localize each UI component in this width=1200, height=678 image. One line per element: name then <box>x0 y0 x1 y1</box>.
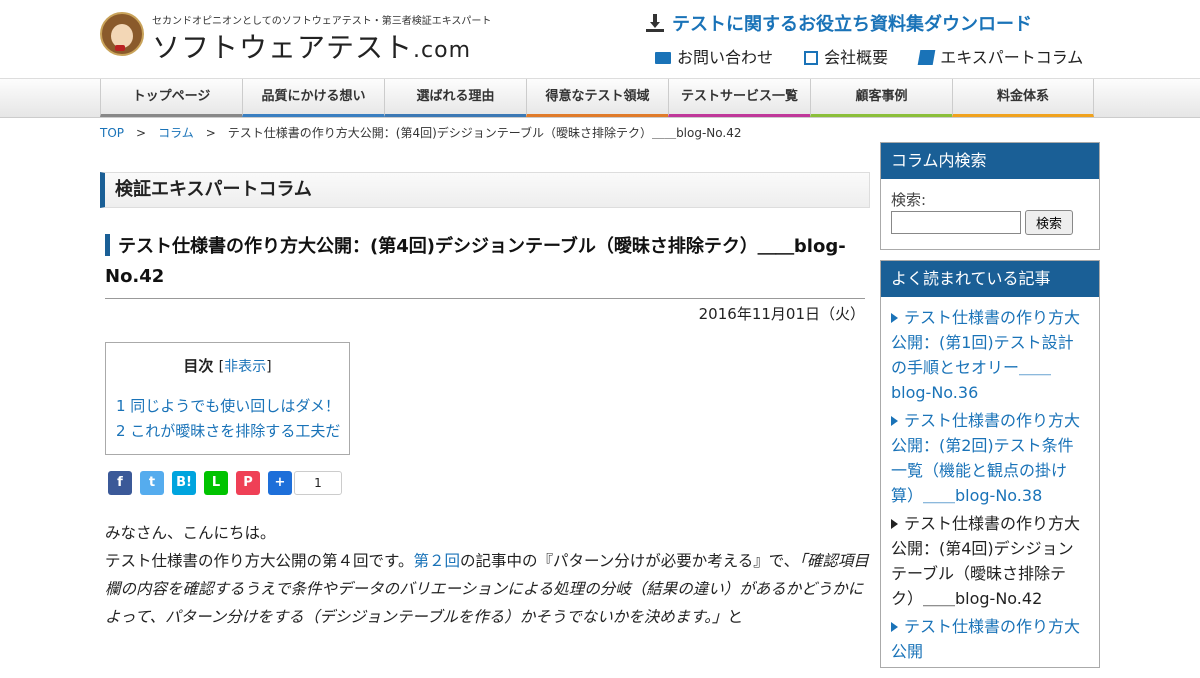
share-buttons: f t B! L P +1 <box>108 471 870 495</box>
site-header: セカンドオピニオンとしてのソフトウェアテスト・第三者検証エキスパート ソフトウェ… <box>0 0 1200 78</box>
title-accent-bar <box>105 234 110 256</box>
table-of-contents: 目次 [非表示] 1 同じようでも使い回しはダメ！ 2 これが曖昧さを排除する工… <box>105 342 350 455</box>
paragraph: テスト仕様書の作り方大公開の第４回です。第２回の記事中の『パターン分けが必要か考… <box>105 547 870 631</box>
popular-item-current: テスト仕様書の作り方大公開：(第4回)デシジョンテーブル（曖昧さ排除テク）＿＿b… <box>891 511 1089 611</box>
part2-link[interactable]: 第２回 <box>413 552 460 570</box>
popular-item-label: テスト仕様書の作り方大公開：(第4回)デシジョンテーブル（曖昧さ排除テク）＿＿b… <box>891 514 1081 608</box>
popular-item-label: テスト仕様書の作り方大公開 <box>891 617 1081 661</box>
breadcrumb-top[interactable]: TOP <box>100 126 124 140</box>
article-date: 2016年11月01日（火） <box>698 305 865 323</box>
line-icon[interactable]: L <box>204 471 228 495</box>
facebook-icon[interactable]: f <box>108 471 132 495</box>
search-button[interactable]: 検索 <box>1025 210 1074 235</box>
toc-toggle[interactable]: 非表示 <box>224 359 266 375</box>
popular-item-label: テスト仕様書の作り方大公開：(第2回)テスト条件一覧（機能と観点の掛け算）＿＿b… <box>891 411 1081 505</box>
logo-domain: .com <box>413 38 471 63</box>
expert-column-label: エキスパートコラム <box>940 48 1084 67</box>
mail-icon <box>655 52 671 64</box>
article-title: テスト仕様書の作り方大公開：(第4回)デシジョンテーブル（曖昧さ排除テク）＿＿b… <box>105 232 865 299</box>
toc-header: 目次 [非表示] <box>116 355 339 376</box>
search-form: 検索: 検索 <box>881 179 1099 249</box>
nav-item-pricing[interactable]: 料金体系 <box>952 79 1094 117</box>
triangle-right-icon <box>891 416 898 426</box>
triangle-right-icon <box>891 622 898 632</box>
main-content: 検証エキスパートコラム テスト仕様書の作り方大公開：(第4回)デシジョンテーブル… <box>100 172 870 631</box>
popular-list: テスト仕様書の作り方大公開：(第1回)テスト設計の手順とセオリー＿＿blog-N… <box>881 297 1099 664</box>
popular-item[interactable]: テスト仕様書の作り方大公開：(第2回)テスト条件一覧（機能と観点の掛け算）＿＿b… <box>891 408 1089 508</box>
paragraph-text: テスト仕様書の作り方大公開の第４回です。 <box>105 552 414 570</box>
nav-item-reasons[interactable]: 選ばれる理由 <box>384 79 526 117</box>
nav-list: トップページ 品質にかける想い 選ばれる理由 得意なテスト領域 テストサービス一… <box>100 79 1094 117</box>
company-label: 会社概要 <box>824 48 889 67</box>
contact-label: お問い合わせ <box>677 48 774 67</box>
triangle-right-icon <box>891 519 898 529</box>
nav-item-cases[interactable]: 顧客事例 <box>810 79 952 117</box>
greeting: みなさん、こんにちは。 <box>105 524 276 542</box>
article-body: みなさん、こんにちは。 テスト仕様書の作り方大公開の第４回です。第２回の記事中の… <box>105 519 870 631</box>
paragraph-text: の記事中の『パターン分けが必要か考える』で、 <box>459 552 800 570</box>
nav-item-top[interactable]: トップページ <box>100 79 242 117</box>
pocket-icon[interactable]: P <box>236 471 260 495</box>
popular-item[interactable]: テスト仕様書の作り方大公開 <box>891 614 1089 664</box>
nav-item-services[interactable]: テストサービス一覧 <box>668 79 810 117</box>
search-label: 検索: <box>891 191 927 209</box>
toc-item[interactable]: 1 同じようでも使い回しはダメ！ <box>116 394 340 419</box>
toc-bracket-close: ] <box>266 359 272 375</box>
breadcrumb-current: テスト仕様書の作り方大公開：(第4回)デシジョンテーブル（曖昧さ排除テク）＿＿b… <box>227 126 742 140</box>
sidebar: コラム内検索 検索: 検索 よく読まれている記事 テスト仕様書の作り方大公開：(… <box>880 142 1100 678</box>
hatena-bookmark-icon[interactable]: B! <box>172 471 196 495</box>
breadcrumb: TOP > コラム > テスト仕様書の作り方大公開：(第4回)デシジョンテーブル（曖昧さ… <box>100 124 742 141</box>
share-count: 1 <box>294 471 342 495</box>
download-link[interactable]: テストに関するお役立ち資料集ダウンロード <box>646 10 1032 36</box>
twitter-icon[interactable]: t <box>140 471 164 495</box>
article-title-text: テスト仕様書の作り方大公開：(第4回)デシジョンテーブル（曖昧さ排除テク）＿＿b… <box>105 236 846 287</box>
download-icon <box>646 14 664 32</box>
share-icon[interactable]: + <box>268 471 292 495</box>
breadcrumb-column[interactable]: コラム <box>158 126 194 140</box>
toc-toggle-wrap: [非表示] <box>219 359 272 375</box>
popular-widget-title: よく読まれている記事 <box>881 261 1099 297</box>
toc-title: 目次 <box>183 357 214 375</box>
global-nav: トップページ 品質にかける想い 選ばれる理由 得意なテスト領域 テストサービス一… <box>0 78 1200 118</box>
site-logo[interactable]: ソフトウェアテスト.com <box>152 26 471 66</box>
triangle-right-icon <box>891 313 898 323</box>
paragraph-text: と <box>727 608 743 626</box>
search-widget: コラム内検索 検索: 検索 <box>880 142 1100 250</box>
logo-text: ソフトウェアテスト <box>152 31 414 64</box>
breadcrumb-separator: > <box>205 126 216 140</box>
pen-icon <box>917 50 936 65</box>
expert-column-link[interactable]: エキスパートコラム <box>917 48 1084 67</box>
breadcrumb-separator: > <box>136 126 147 140</box>
header-links: お問い合わせ 会社概要 エキスパートコラム <box>655 44 1109 68</box>
search-widget-title: コラム内検索 <box>881 143 1099 179</box>
download-label: テストに関するお役立ち資料集ダウンロード <box>672 14 1032 35</box>
site-tagline: セカンドオピニオンとしてのソフトウェアテスト・第三者検証エキスパート <box>152 16 492 27</box>
building-icon <box>804 51 819 65</box>
toc-item[interactable]: 2 これが曖昧さを排除する工夫だ <box>116 419 340 444</box>
contact-link[interactable]: お問い合わせ <box>655 48 773 67</box>
popular-item-label: テスト仕様書の作り方大公開：(第1回)テスト設計の手順とセオリー＿＿blog-N… <box>891 308 1081 402</box>
search-input[interactable] <box>891 211 1021 234</box>
nav-item-quality[interactable]: 品質にかける想い <box>242 79 384 117</box>
popular-item[interactable]: テスト仕様書の作り方大公開：(第1回)テスト設計の手順とセオリー＿＿blog-N… <box>891 305 1089 405</box>
section-title: 検証エキスパートコラム <box>100 172 870 208</box>
mascot-logo-icon[interactable] <box>100 12 144 56</box>
company-link[interactable]: 会社概要 <box>804 48 888 67</box>
popular-widget: よく読まれている記事 テスト仕様書の作り方大公開：(第1回)テスト設計の手順とセ… <box>880 260 1100 668</box>
nav-item-test-areas[interactable]: 得意なテスト領域 <box>526 79 668 117</box>
